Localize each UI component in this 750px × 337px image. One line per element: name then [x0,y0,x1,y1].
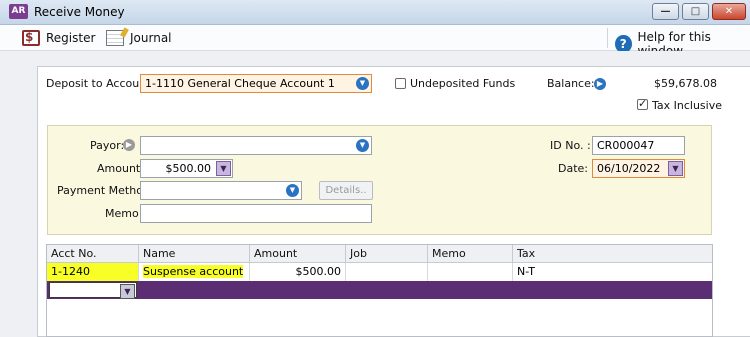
table-row[interactable]: 1-1240 Suspense account $500.00 N-T [47,263,712,281]
chevron-down-icon[interactable]: ▼ [356,139,369,152]
toolbar-divider [607,28,608,48]
register-label: Register [46,31,96,45]
close-button[interactable]: ✕ [712,3,746,20]
column-header-name[interactable]: Name [139,245,250,263]
balance-label: Balance: [547,77,595,90]
balance-value: $59,678.08 [654,77,717,90]
details-button[interactable]: Details.. [319,181,373,200]
payment-method-select[interactable]: ▼ [140,181,302,200]
deposit-label: Deposit to Account: [46,77,155,90]
allocation-table: Acct No. Name Amount Job Memo Tax 1-1240… [46,244,713,337]
date-label: Date: [558,162,588,175]
payor-field[interactable]: ▼ [140,136,372,155]
memo-field[interactable] [140,204,372,223]
cell-name: Suspense account [143,265,244,278]
minimize-button[interactable]: — [652,3,679,20]
payor-arrow-icon[interactable]: ▶ [123,139,135,151]
active-entry-row[interactable]: ▼ [47,281,712,299]
column-header-tax[interactable]: Tax [513,245,712,263]
window-title: Receive Money [34,5,125,19]
close-icon: ✕ [724,6,734,17]
arrow-right-icon[interactable]: ▶ [594,78,606,90]
cell-job[interactable] [346,263,428,281]
cell-tax[interactable]: N-T [513,263,712,281]
chevron-down-icon[interactable]: ▼ [356,77,369,90]
column-header-job[interactable]: Job [346,245,428,263]
column-header-memo[interactable]: Memo [428,245,513,263]
amount-field[interactable]: $500.00 ▼ [140,159,233,178]
table-header: Acct No. Name Amount Job Memo Tax [47,245,712,263]
register-button[interactable]: Register [22,30,95,46]
tax-inclusive-checkbox[interactable] [637,97,648,110]
minimize-icon: — [660,6,671,17]
id-value: CR000047 [597,139,655,152]
cell-amount[interactable]: $500.00 [250,263,346,281]
app-logo-icon: AR [9,4,28,19]
memo-label: Memo: [105,207,143,220]
undeposited-funds-checkbox[interactable] [395,78,406,89]
cell-memo[interactable] [428,263,513,281]
amount-label: Amount: [97,162,144,175]
register-icon [22,30,40,46]
cell-name-wrap[interactable]: Suspense account [139,263,250,281]
maximize-button[interactable]: □ [682,3,709,20]
undeposited-funds-label: Undeposited Funds [410,77,516,90]
deposit-account-select[interactable]: 1-1110 General Cheque Account 1 ▼ [140,74,372,93]
column-header-acct[interactable]: Acct No. [47,245,139,263]
deposit-account-value: 1-1110 General Cheque Account 1 [145,77,335,90]
maximize-icon: □ [690,6,701,17]
column-header-amount[interactable]: Amount [250,245,346,263]
chevron-down-icon[interactable]: ▼ [216,161,231,176]
cell-acct[interactable]: 1-1240 [47,263,139,281]
calendar-dropdown-icon[interactable]: ▼ [668,161,683,176]
date-value: 06/10/2022 [597,162,661,175]
payor-label: Payor: [90,139,125,152]
toolbar: Register Journal ? Help for this window [0,25,750,58]
amount-value: $500.00 [165,162,212,175]
date-field[interactable]: 06/10/2022 ▼ [592,159,685,178]
id-label: ID No. : [550,139,591,152]
title-bar: AR Receive Money — □ ✕ [0,0,750,25]
id-field[interactable]: CR000047 [592,136,685,155]
chevron-down-icon[interactable]: ▼ [120,284,135,299]
journal-icon [106,30,124,46]
journal-label: Journal [130,31,172,45]
journal-button[interactable]: Journal [106,30,172,46]
chevron-down-icon[interactable]: ▼ [286,184,299,197]
acct-entry-input[interactable]: ▼ [49,282,137,299]
tax-inclusive-label: Tax Inclusive [652,99,723,112]
